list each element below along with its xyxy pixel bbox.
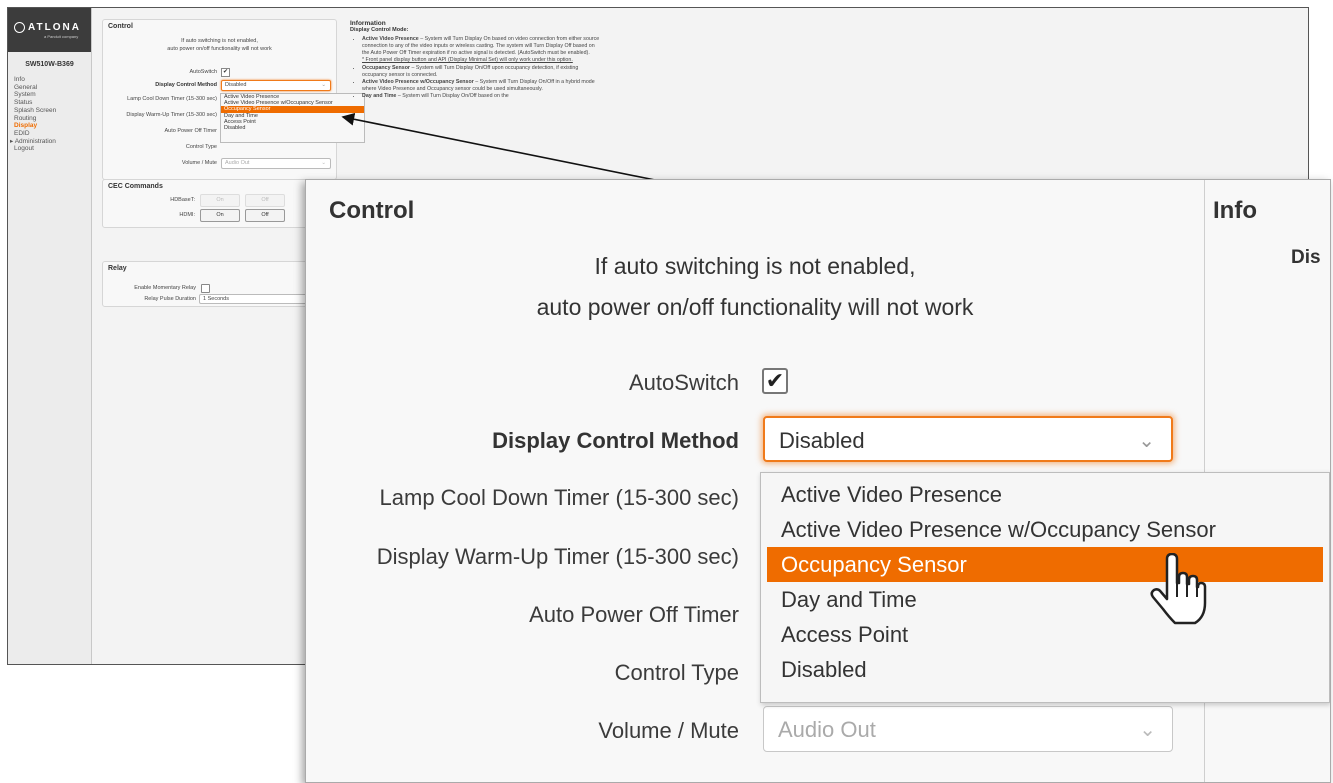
autoswitch-checkbox[interactable]: ✔ [762, 368, 788, 394]
method-label-small: Display Control Method [155, 82, 217, 88]
autoswitch-label: AutoSwitch [628, 370, 739, 395]
zoom-callout: Control Info Dis If auto switching is no… [305, 179, 1331, 783]
hdbaset-label-small: HDBaseT: [170, 197, 195, 203]
sidebar-item-routing[interactable]: Routing [8, 115, 91, 123]
option-occupancy-sensor[interactable]: Occupancy Sensor [767, 547, 1323, 582]
momentary-checkbox-small[interactable] [201, 284, 210, 293]
sidebar-nav: Info General System Status Splash Screen… [8, 76, 91, 153]
logo-tagline: a Panduit company [44, 33, 79, 39]
warning-line1: If auto switching is not enabled, [594, 253, 916, 279]
chevron-down-icon: ⌄ [1138, 430, 1155, 452]
volume-label-small: Volume / Mute [181, 160, 217, 166]
poweroff-label-small: Auto Power Off Timer [164, 128, 217, 134]
method-select-small[interactable]: Disabled ⌄ [221, 80, 331, 91]
hdmi-on-button[interactable]: On [200, 209, 240, 222]
control-warning-small: If auto switching is not enabled, auto p… [103, 38, 336, 53]
autoswitch-checkbox-small[interactable]: ✔ [221, 68, 230, 77]
warmup-timer-label: Display Warm-Up Timer (15-300 sec) [376, 544, 739, 569]
chevron-down-icon: ⌄ [321, 160, 326, 166]
control-panel-small: Control If auto switching is not enabled… [102, 19, 365, 180]
sidebar-item-administration[interactable]: ▸ Administration [8, 138, 91, 146]
chevron-down-icon: ⌄ [1139, 719, 1156, 741]
control-type-label: Control Type [614, 660, 739, 685]
information-list: Active Video Presence – System will Turn… [350, 36, 600, 100]
info-item-day-time: Day and Time – System will Turn Display … [362, 93, 600, 100]
sidebar-item-status[interactable]: Status [8, 99, 91, 107]
volume-select-small[interactable]: Audio Out ⌄ [221, 158, 331, 169]
atlona-logo-icon: ATLONA a Panduit company [8, 8, 91, 52]
control-warning: If auto switching is not enabled, auto p… [306, 246, 1204, 328]
option-access-point[interactable]: Access Point [761, 617, 1329, 652]
method-selected-value: Disabled [779, 428, 865, 453]
control-title: Control [329, 197, 415, 224]
information-title: Info [1213, 197, 1257, 224]
method-dropdown-small: Active Video Presence Active Video Prese… [220, 93, 365, 143]
auto-power-off-label: Auto Power Off Timer [529, 602, 739, 627]
chevron-down-icon: ⌄ [321, 82, 326, 88]
pulse-label-small: Relay Pulse Duration [144, 296, 196, 302]
autoswitch-label-small: AutoSwitch [189, 69, 217, 75]
information-subtitle-small: Display Control Mode: [350, 27, 409, 34]
method-value-small: Disabled [225, 82, 247, 88]
sidebar-item-system[interactable]: System [8, 91, 91, 99]
information-title-small: Information [350, 20, 386, 27]
information-panel-small: Information Display Control Mode: Active… [350, 20, 600, 100]
cec-panel-small: CEC Commands HDBaseT: On Off HDMI: On Of… [102, 179, 337, 228]
warmup-label-small: Display Warm-Up Timer (15-300 sec) [126, 112, 217, 118]
logo-brand: ATLONA [28, 21, 81, 33]
display-control-method-label: Display Control Method [492, 428, 739, 453]
information-subtitle: Dis [1291, 247, 1321, 268]
info-item-hybrid: Active Video Presence w/Occupancy Sensor… [362, 79, 600, 93]
display-control-method-select[interactable]: Disabled ⌄ [763, 416, 1173, 462]
sidebar-item-splash-screen[interactable]: Splash Screen [8, 107, 91, 115]
relay-panel-small: Relay Enable Momentary Relay Relay Pulse… [102, 261, 337, 307]
control-type-label-small: Control Type [185, 144, 217, 150]
volume-mute-label: Volume / Mute [598, 718, 739, 743]
sidebar-item-display[interactable]: Display [8, 122, 91, 130]
cec-title-small: CEC Commands [108, 183, 163, 190]
option-day-and-time[interactable]: Day and Time [761, 582, 1329, 617]
info-note-text: * Front panel display button and API (Di… [362, 57, 573, 64]
hdmi-off-button[interactable]: Off [245, 209, 285, 222]
info-item-active-video: Active Video Presence – System will Turn… [362, 36, 600, 57]
model-name: SW510W-B369 [25, 61, 74, 68]
sidebar-item-logout[interactable]: Logout [8, 145, 91, 153]
lamp-cooldown-label: Lamp Cool Down Timer (15-300 sec) [379, 485, 739, 510]
info-item-note: * Front panel display button and API (Di… [362, 57, 600, 64]
warning-line1-small: If auto switching is not enabled, [181, 38, 258, 44]
sidebar-item-general[interactable]: General [8, 84, 91, 92]
sidebar-item-edid[interactable]: EDID [8, 130, 91, 138]
volume-selected-value: Audio Out [778, 717, 876, 742]
info-term: Active Video Presence [362, 36, 419, 43]
option-disabled-small[interactable]: Disabled [221, 125, 364, 131]
hand-cursor-icon [1150, 553, 1207, 625]
control-title-small: Control [108, 23, 133, 30]
warning-line2-small: auto power on/off functionality will not… [167, 45, 272, 52]
sidebar-item-administration-label: Administration [14, 137, 56, 145]
volume-value-small: Audio Out [225, 160, 250, 166]
relay-title-small: Relay [108, 265, 127, 272]
option-active-video-presence-occupancy[interactable]: Active Video Presence w/Occupancy Sensor [761, 512, 1329, 547]
hdmi-label-small: HDMI: [179, 212, 195, 218]
info-term: Occupancy Sensor [362, 64, 410, 71]
pulse-value-small: 1 Seconds [203, 296, 229, 302]
info-term: Day and Time [362, 92, 397, 99]
info-item-occupancy: Occupancy Sensor – System will Turn Disp… [362, 65, 600, 79]
hdbaset-off-button[interactable]: Off [245, 194, 285, 207]
sidebar: ATLONA a Panduit company SW510W-B369 Inf… [8, 8, 92, 664]
info-text: – System will Turn Display On/Off based … [396, 92, 509, 99]
option-active-video-presence[interactable]: Active Video Presence [761, 477, 1329, 512]
warning-line2: auto power on/off functionality will not… [536, 294, 974, 320]
volume-mute-select[interactable]: Audio Out ⌄ [763, 706, 1173, 752]
lamp-label-small: Lamp Cool Down Timer (15-300 sec) [127, 96, 217, 102]
info-term: Active Video Presence w/Occupancy Sensor [362, 78, 474, 85]
checkmark-icon: ✔ [765, 368, 785, 393]
hdbaset-on-button[interactable]: On [200, 194, 240, 207]
momentary-label-small: Enable Momentary Relay [134, 285, 196, 291]
sidebar-item-info[interactable]: Info [8, 76, 91, 84]
display-control-method-dropdown: Active Video Presence Active Video Prese… [760, 472, 1330, 703]
option-disabled[interactable]: Disabled [761, 652, 1329, 687]
